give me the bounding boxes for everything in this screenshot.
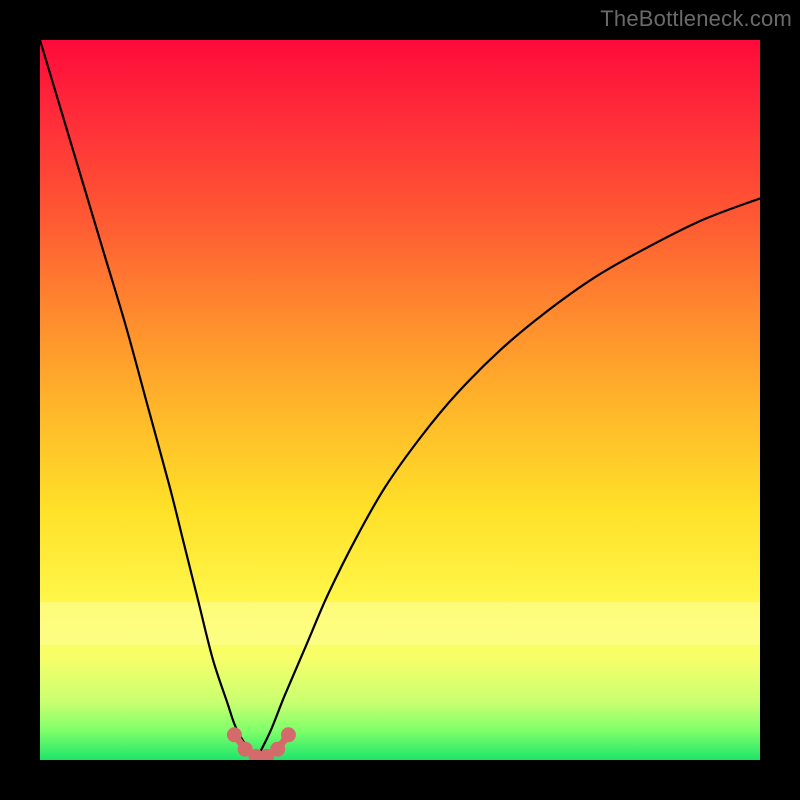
minimum-marker: [238, 742, 253, 757]
minimum-marker: [227, 727, 242, 742]
minimum-bridge: [234, 735, 288, 757]
plot-area: [40, 40, 760, 760]
highlight-band: [40, 602, 760, 645]
curve-layer: [40, 40, 760, 760]
left-branch-curve: [40, 40, 256, 760]
minimum-marker: [270, 742, 285, 757]
chart-frame: TheBottleneck.com: [0, 0, 800, 800]
watermark-text: TheBottleneck.com: [600, 6, 792, 32]
right-branch-curve: [256, 198, 760, 760]
minimum-marker: [249, 749, 264, 760]
minimum-marker: [259, 749, 274, 760]
minimum-markers: [227, 727, 296, 760]
minimum-marker: [281, 727, 296, 742]
